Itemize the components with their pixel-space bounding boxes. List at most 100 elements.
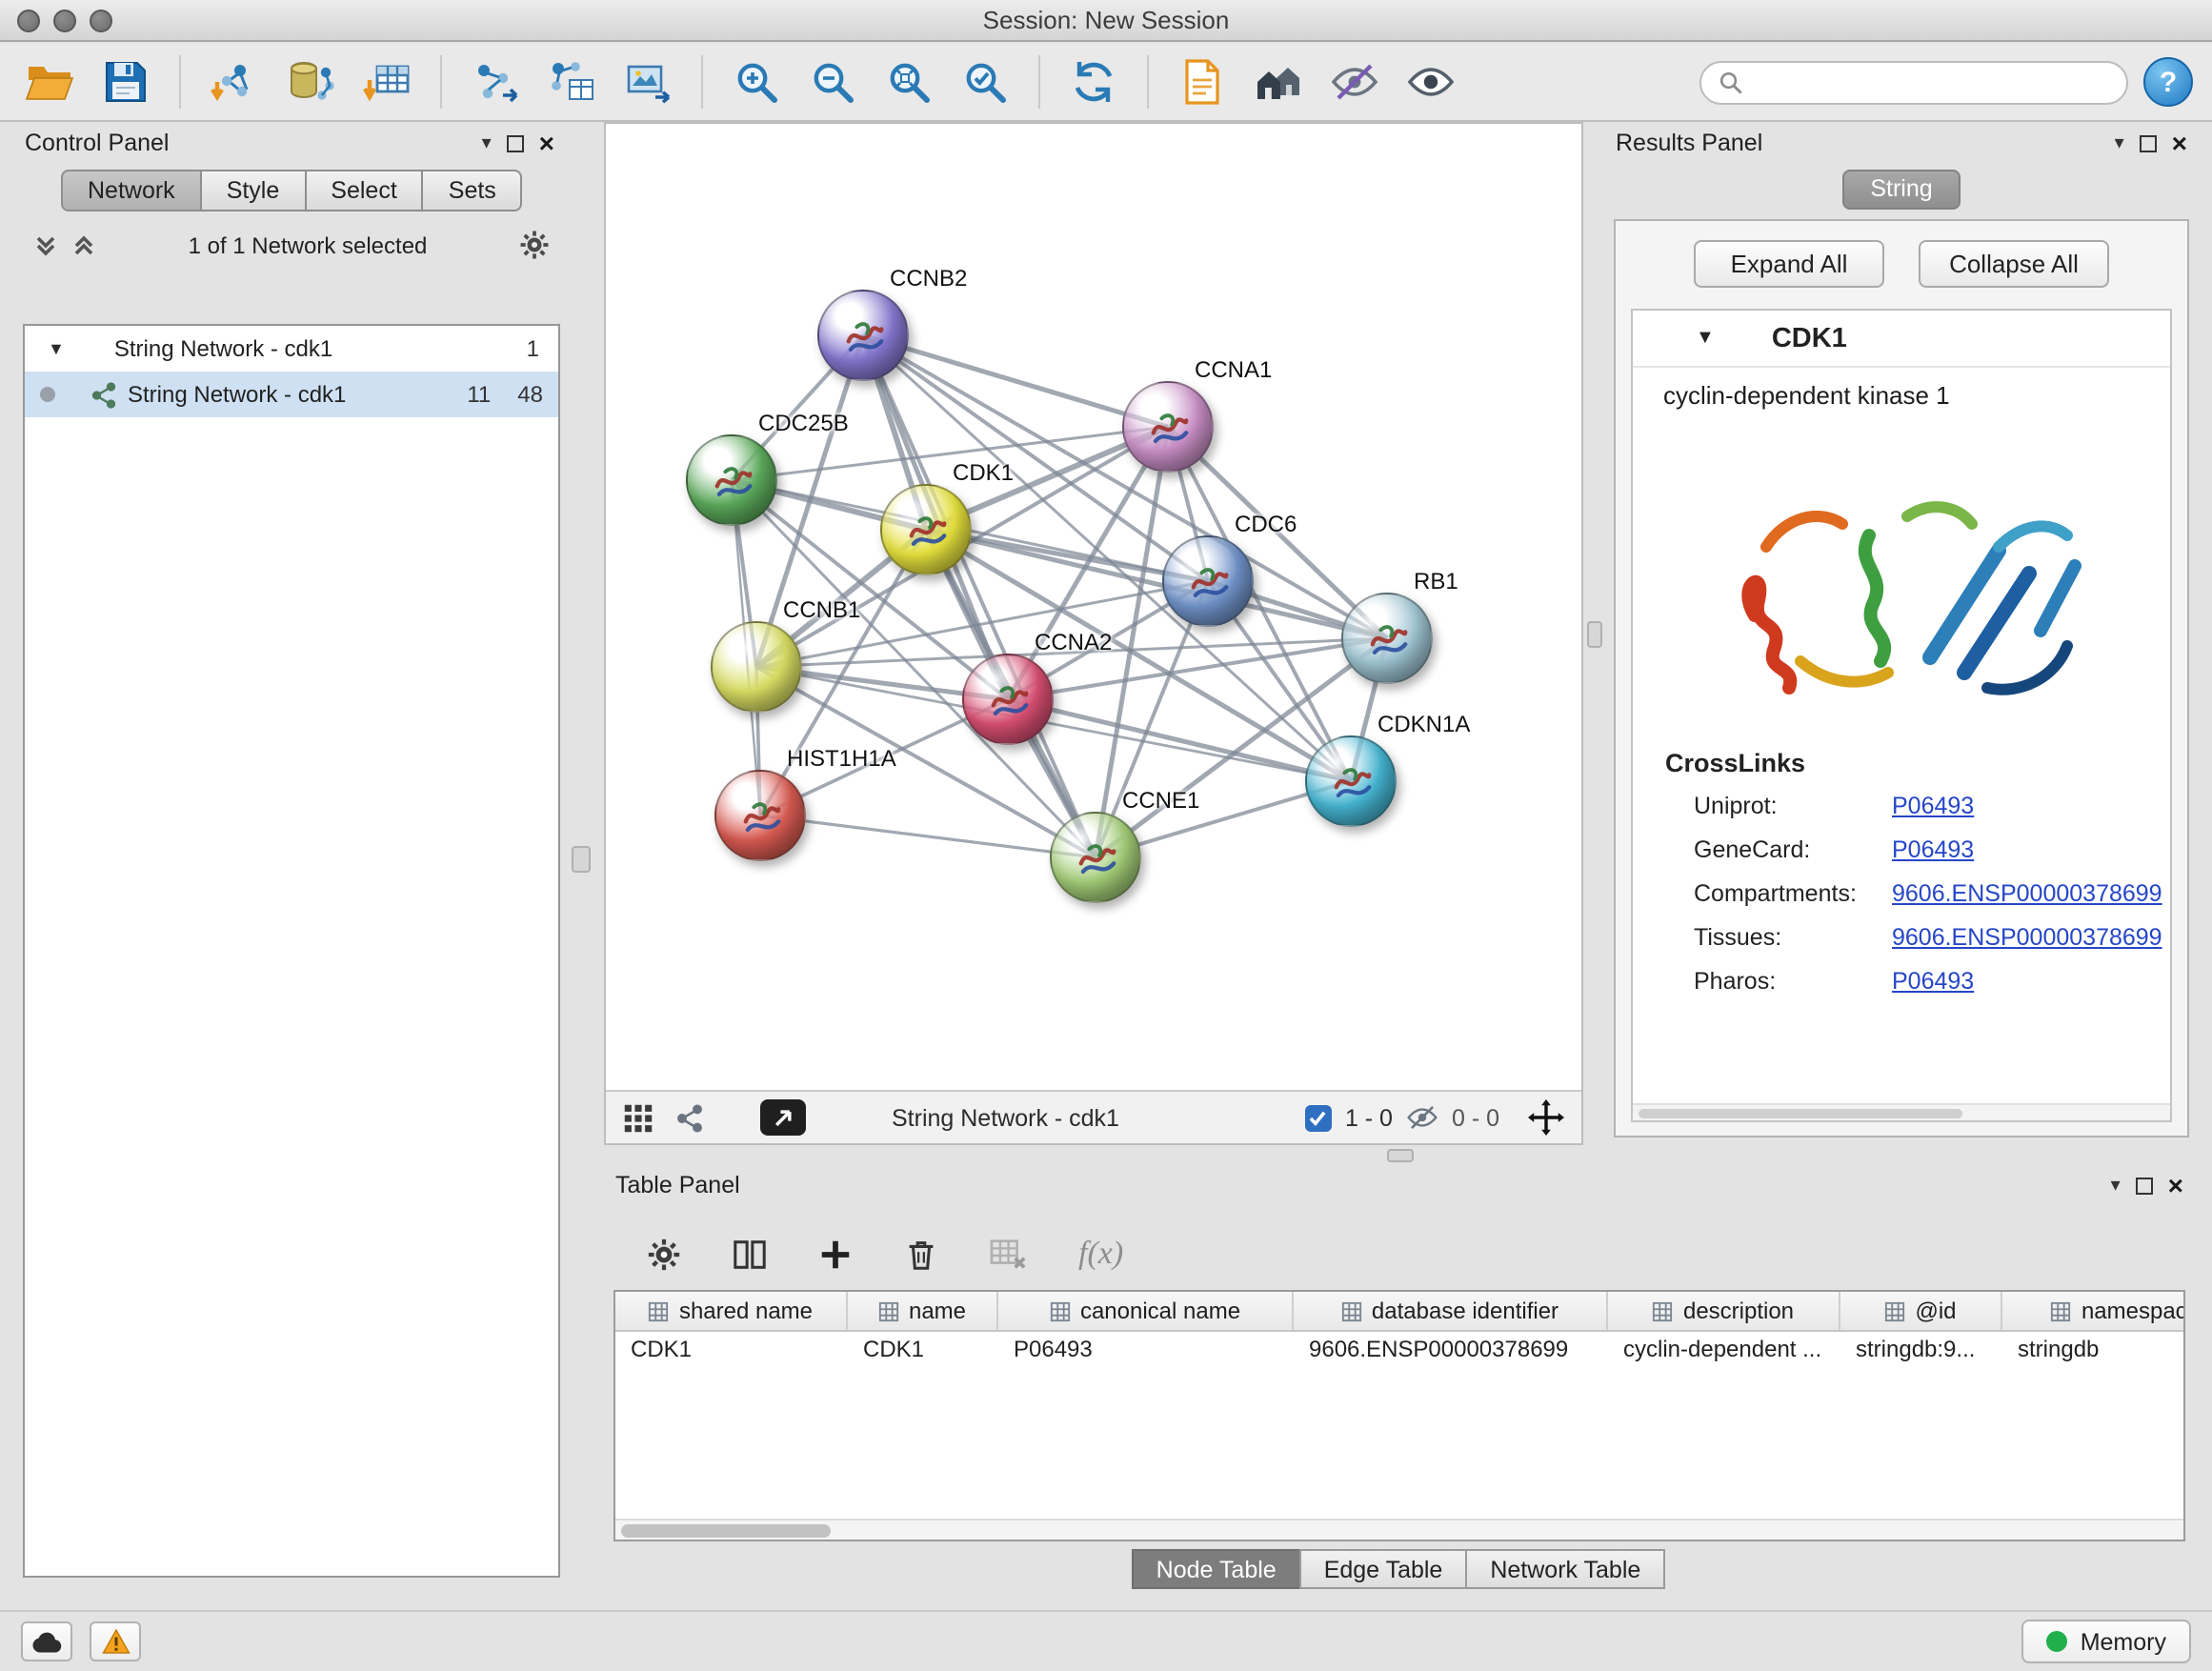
network-options-gear-icon[interactable] [518, 229, 551, 261]
node-ccnb2[interactable] [817, 290, 909, 381]
table-cell[interactable]: stringdb:9... [1840, 1332, 2002, 1370]
table-cell[interactable]: CDK1 [615, 1332, 848, 1370]
column-header-namespace[interactable]: namespace [2002, 1292, 2185, 1330]
tab-string[interactable]: String [1842, 170, 1961, 210]
delete-table-button[interactable] [989, 1236, 1029, 1272]
open-session-button[interactable] [19, 51, 80, 112]
control-tab-network[interactable]: Network [61, 170, 202, 211]
share-network-icon[interactable] [674, 1102, 705, 1133]
panel-float-icon[interactable]: ▾ [2111, 1175, 2121, 1196]
hidden-eye-icon[interactable] [1406, 1101, 1438, 1134]
table-options-button[interactable] [646, 1236, 682, 1272]
node-ccnb1[interactable] [711, 621, 802, 713]
zoom-selected-button[interactable] [955, 51, 1016, 112]
splitter-handle-right[interactable] [1587, 621, 1602, 648]
show-all-button[interactable] [1400, 51, 1461, 112]
warning-status-button[interactable] [90, 1621, 141, 1661]
import-table-file-button[interactable] [356, 51, 417, 112]
table-cell[interactable]: cyclin-dependent ... [1608, 1332, 1840, 1370]
create-column-button[interactable] [817, 1236, 854, 1272]
panel-close-icon[interactable]: × [539, 131, 554, 154]
edge-ccnb2-ccna1[interactable] [863, 335, 1168, 427]
edge-ccnb2-ccne1[interactable] [863, 335, 1096, 857]
panel-float-icon[interactable]: ▾ [2115, 132, 2124, 153]
zoom-in-button[interactable] [726, 51, 787, 112]
memory-button[interactable]: Memory [2021, 1620, 2191, 1663]
edge-hist1h1a-ccne1[interactable] [760, 815, 1096, 857]
crosslink-pharos-link[interactable]: P06493 [1892, 967, 1974, 994]
network-from-selection-button[interactable] [465, 51, 526, 112]
node-ccna2[interactable] [962, 654, 1054, 745]
delete-column-button[interactable] [903, 1236, 939, 1272]
column-header-name[interactable]: name [848, 1292, 998, 1330]
expand-all-button[interactable]: Expand All [1694, 240, 1884, 288]
function-builder-button[interactable]: f(x) [1078, 1235, 1123, 1273]
node-ccne1[interactable] [1050, 812, 1141, 903]
expand-all-networks-icon[interactable] [70, 232, 97, 258]
node-cdk1[interactable] [880, 484, 972, 575]
column-header-description[interactable]: description [1608, 1292, 1840, 1330]
refresh-view-button[interactable] [1063, 51, 1124, 112]
column-header-shared-name[interactable]: shared name [615, 1292, 848, 1330]
table-cell[interactable]: CDK1 [848, 1332, 998, 1370]
column-header--id[interactable]: @id [1840, 1292, 2002, 1330]
control-tab-sets[interactable]: Sets [422, 170, 523, 211]
grid-view-icon[interactable] [623, 1102, 654, 1133]
zoom-fit-button[interactable] [878, 51, 939, 112]
column-header-database-identifier[interactable]: database identifier [1294, 1292, 1608, 1330]
network-canvas[interactable]: CCNB2CCNA1CDC25BCDK1CDC6RB1CCNB1CCNA2CDK… [606, 124, 1581, 1090]
scrollbar-thumb[interactable] [621, 1524, 831, 1538]
card-horizontal-scrollbar[interactable] [1633, 1103, 2170, 1120]
scrollbar-thumb[interactable] [1639, 1109, 1962, 1118]
panel-maximize-icon[interactable] [507, 134, 524, 151]
tab-network-table[interactable]: Network Table [1465, 1549, 1665, 1589]
panel-close-icon[interactable]: × [2168, 1174, 2183, 1197]
column-header-canonical-name[interactable]: canonical name [998, 1292, 1294, 1330]
splitter-handle-left[interactable] [572, 846, 591, 873]
export-image-button[interactable] [617, 51, 678, 112]
tab-edge-table[interactable]: Edge Table [1299, 1549, 1468, 1589]
collapse-all-button[interactable]: Collapse All [1919, 240, 2109, 288]
export-network-button[interactable] [541, 51, 602, 112]
show-columns-button[interactable] [732, 1236, 768, 1272]
table-cell[interactable]: P06493 [998, 1332, 1294, 1370]
pan-crosshair-icon[interactable] [1528, 1099, 1564, 1136]
import-network-database-button[interactable] [280, 51, 341, 112]
tree-caret-icon[interactable]: ▼ [48, 339, 65, 358]
save-session-button[interactable] [95, 51, 156, 112]
selected-checkbox-icon[interactable] [1305, 1104, 1332, 1131]
search-input[interactable] [1753, 69, 2109, 95]
panel-close-icon[interactable]: × [2172, 131, 2187, 154]
window-minimize-button[interactable] [53, 10, 76, 32]
import-network-file-button[interactable] [204, 51, 265, 112]
splitter-handle-bottom[interactable] [1387, 1149, 1414, 1162]
style-document-button[interactable] [1172, 51, 1233, 112]
hide-selected-button[interactable] [1324, 51, 1385, 112]
node-cdc25b[interactable] [686, 434, 777, 526]
window-close-button[interactable] [17, 10, 40, 32]
table-row[interactable]: CDK1CDK1P064939606.ENSP00000378699cyclin… [615, 1332, 2183, 1370]
table-cell[interactable]: 9606.ENSP00000378699 [1294, 1332, 1608, 1370]
panel-maximize-icon[interactable] [2140, 134, 2157, 151]
tab-node-table[interactable]: Node Table [1132, 1549, 1301, 1589]
control-tab-style[interactable]: Style [200, 170, 307, 211]
node-rb1[interactable] [1341, 593, 1433, 684]
collapse-caret-icon[interactable]: ▼ [1696, 328, 1715, 349]
control-tab-select[interactable]: Select [304, 170, 424, 211]
table-horizontal-scrollbar[interactable] [615, 1519, 2183, 1540]
node-cdkn1a[interactable] [1305, 735, 1397, 827]
collapse-all-networks-icon[interactable] [32, 232, 59, 258]
panel-maximize-icon[interactable] [2136, 1177, 2153, 1194]
node-cdc6[interactable] [1162, 535, 1254, 627]
window-zoom-button[interactable] [90, 10, 112, 32]
network-collection-row[interactable]: ▼ String Network - cdk1 1 [25, 326, 558, 372]
birdseye-view-button[interactable] [760, 1099, 806, 1136]
gene-card-header[interactable]: ▼ CDK1 [1633, 311, 2170, 368]
cloud-status-button[interactable] [21, 1621, 72, 1661]
crosslink-compartments-link[interactable]: 9606.ENSP00000378699 [1892, 879, 2162, 906]
node-hist1h1a[interactable] [714, 770, 806, 861]
first-neighbors-button[interactable] [1248, 51, 1309, 112]
crosslink-uniprot-link[interactable]: P06493 [1892, 792, 1974, 818]
crosslink-tissues-link[interactable]: 9606.ENSP00000378699 [1892, 923, 2162, 950]
node-ccna1[interactable] [1122, 381, 1214, 473]
